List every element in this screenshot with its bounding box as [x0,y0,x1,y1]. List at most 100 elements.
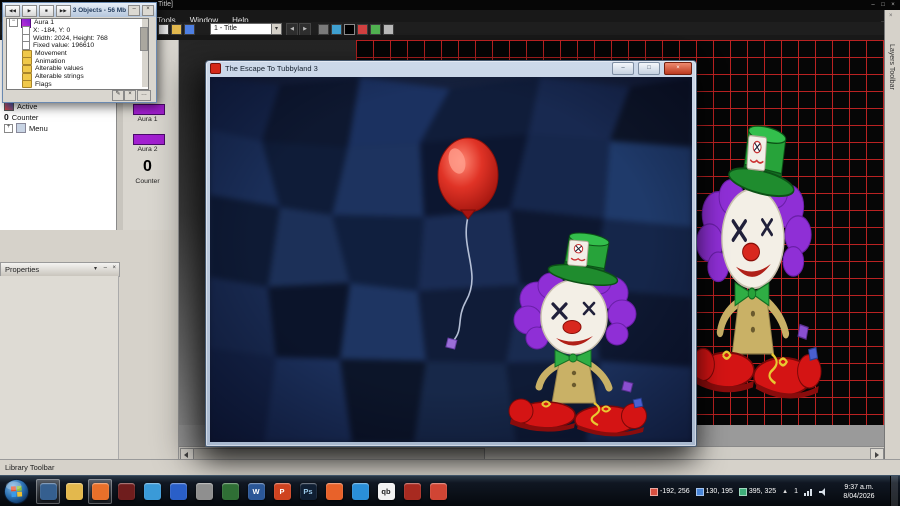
properties-panel-header[interactable]: Properties ▾ – × [0,262,120,277]
game-scene [210,77,692,442]
aura2-thumbnail[interactable] [133,134,165,145]
taskbar-icon-firefox[interactable] [88,479,112,504]
coord-dot-icon [650,487,659,496]
taskbar-icon-word[interactable]: W [244,479,268,504]
scroll-left-button[interactable] [180,448,194,459]
close-icon[interactable]: × [112,265,116,271]
app-title: Title] [158,1,173,8]
preview-close-button[interactable]: × [664,62,692,75]
tree-folder-alterable-values[interactable]: Alterable values [7,64,148,73]
object-item-counter[interactable]: 0 Counter [4,112,38,122]
taskbar-icon-browser[interactable] [166,479,190,504]
scroll-thumb[interactable] [193,448,485,459]
counter-thumbnail[interactable]: 0 [117,158,178,176]
preview-maximize-button[interactable]: □ [638,62,660,75]
tree-item-fixed-value[interactable]: Fixed value: 196610 [7,41,148,51]
game-preview-window[interactable]: The Escape To Tubbyland 3 – □ × [205,60,697,447]
debugger-close-button[interactable]: × [142,5,155,16]
taskbar-icon-installer[interactable] [426,479,450,504]
scroll-right-button[interactable] [870,448,884,459]
layers-toolbar-label: Layers Toolbar [888,44,895,90]
properties-title: Properties [5,265,40,274]
debugger-scrollbar[interactable] [140,19,148,87]
aura1-thumbnail[interactable] [133,104,165,115]
taskbar-icon-explorer[interactable] [62,479,86,504]
tree-folder-animation[interactable]: Animation [7,57,148,66]
coord-dot-icon [738,487,747,496]
run-frame-icon[interactable] [357,24,368,35]
collapse-icon[interactable]: − [9,19,18,28]
volume-icon[interactable] [819,487,828,496]
app-close-button[interactable]: × [888,2,898,8]
taskbar-icon-app-window[interactable] [36,479,60,504]
rewind-button[interactable]: ◀◀ [5,4,20,17]
app-maximize-button[interactable]: □ [878,2,888,8]
show-desktop-button[interactable] [890,476,898,506]
debugger-edit-button[interactable]: ✎ [112,90,124,101]
taskbar-icon-fusion[interactable] [400,479,424,504]
frame-color-swatch[interactable] [344,24,355,35]
coord-readout-2: 130, 195 [695,487,733,496]
debugger-titlebar[interactable]: ◀◀ ▶ ■ ▶▶ 3 Objects - 56 Mb – × [3,3,156,17]
save-icon[interactable] [184,24,195,35]
taskbar-icon-game-app[interactable] [218,479,242,504]
preview-minimize-button[interactable]: – [612,62,634,75]
coord-dot-icon [695,487,704,496]
close-icon[interactable]: × [889,13,893,19]
taskbar-icon-media-app[interactable] [114,479,138,504]
debugger-minimize-button[interactable]: – [128,5,141,16]
object-item-menu[interactable]: + Menu [4,123,48,133]
new-icon[interactable] [158,24,169,35]
library-toolbar-label: Library Toolbar [5,463,55,472]
clock-date: 8/04/2026 [843,492,875,500]
taskbar-icon-messenger[interactable] [140,479,164,504]
debugger-scroll-thumb[interactable] [140,27,148,51]
zoom-icon[interactable] [331,24,342,35]
preview-titlebar[interactable]: The Escape To Tubbyland 3 – □ × [206,61,696,76]
coord-readout-3: 395, 325 [738,487,776,496]
game-viewport[interactable] [210,77,692,442]
layers-toolbar: × Layers Toolbar [884,10,900,459]
menu-object-icon [16,123,26,133]
chevron-down-icon[interactable]: ▾ [271,24,281,34]
editor-horizontal-scrollbar[interactable] [179,446,885,459]
system-tray: -192, 256 130, 195 395, 325 ▲ 1 9:37 a.m… [650,476,900,506]
aura1-label: Aura 1 [137,116,158,123]
taskbar-clock[interactable]: 9:37 a.m. 8/04/2026 [834,483,884,501]
tree-folder-flags[interactable]: Flags [7,80,148,89]
debugger-window[interactable]: ◀◀ ▶ ■ ▶▶ 3 Objects - 56 Mb – × − Aura 1… [2,2,157,103]
start-button[interactable] [3,478,30,505]
taskbar-icon-powerpoint[interactable]: P [270,479,294,504]
grid-toggle-icon[interactable] [318,24,329,35]
taskbar-icon-utility[interactable] [192,479,216,504]
debugger-delete-button[interactable]: × [124,90,136,101]
tree-folder-alterable-strings[interactable]: Alterable strings [7,72,148,81]
open-icon[interactable] [171,24,182,35]
taskbar-icon-qbasic[interactable]: qb [374,479,398,504]
chevron-down-icon[interactable]: ▾ [94,265,97,272]
game-icon [210,63,221,74]
network-icon[interactable] [804,488,813,496]
app-minimize-button[interactable]: – [868,2,878,8]
forward-button[interactable]: ▶▶ [55,4,71,17]
frame-selector[interactable]: 1 - Title ▾ [210,23,282,35]
pin-icon[interactable]: – [104,265,107,271]
tree-folder-movement[interactable]: Movement [7,49,148,58]
taskbar-icon-media-player[interactable] [348,479,372,504]
clown-sprite-on-grid[interactable] [689,118,821,400]
folder-icon [22,64,32,73]
preview-title: The Escape To Tubbyland 3 [225,64,318,73]
editor-mode-icon[interactable] [383,24,394,35]
debugger-tree[interactable]: − Aura 1 X: -184, Y: 0 Width: 2024, Heig… [6,18,149,90]
debugger-more-button[interactable]: … [137,90,151,101]
clock-time: 9:37 a.m. [844,483,874,491]
taskbar-icon-photoshop[interactable]: Ps [296,479,320,504]
run-app-icon[interactable] [370,24,381,35]
counter-label: Counter [135,178,160,185]
stop-button[interactable]: ■ [38,4,54,17]
play-button[interactable]: ▶ [21,4,37,17]
hidden-icons-chevron[interactable]: ▲ [782,489,788,495]
taskbar-icon-firefox-alt[interactable] [322,479,346,504]
coord-readout-1: -192, 256 [650,487,690,496]
expand-icon[interactable]: + [4,123,13,133]
